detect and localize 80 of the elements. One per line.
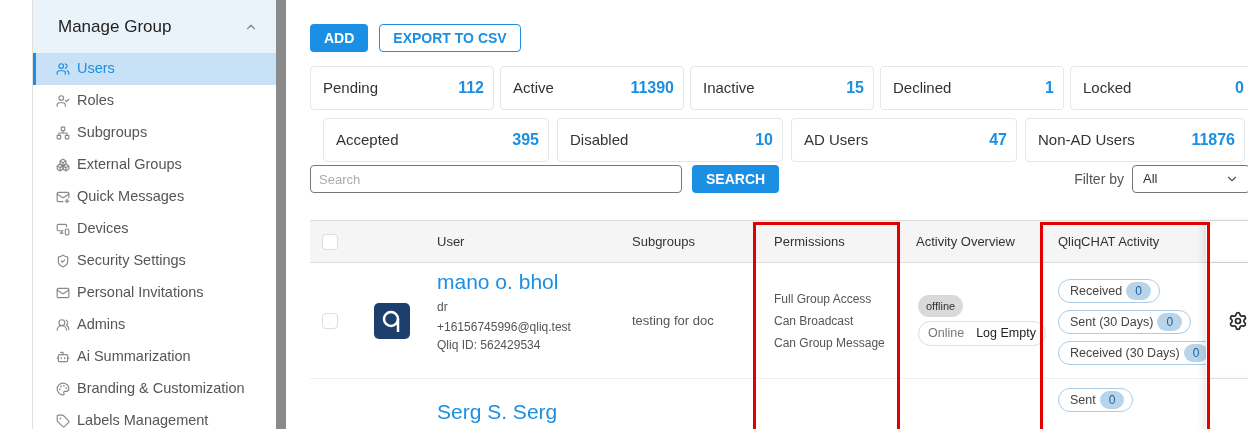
- stat-card[interactable]: Pending 112: [310, 66, 494, 110]
- stat-count: 395: [512, 130, 539, 150]
- user-email: +16156745996@qliq.test: [437, 319, 572, 336]
- filter-label: Filter by: [1074, 169, 1124, 189]
- activity-count: 0: [1183, 344, 1206, 362]
- mail-plus-icon: [56, 190, 70, 204]
- column-header: Subgroups: [632, 232, 696, 251]
- status-badge: offline: [918, 294, 964, 318]
- stat-count: 112: [458, 78, 484, 98]
- users-icon: [56, 62, 70, 76]
- stat-count: 10: [755, 130, 773, 150]
- sidebar-item[interactable]: Admins: [33, 309, 276, 341]
- activity-count: 0: [1099, 391, 1125, 409]
- stat-label: Active: [513, 77, 554, 98]
- sidebar-section-header[interactable]: Manage Group: [33, 0, 276, 53]
- stat-card[interactable]: Accepted 395: [323, 118, 549, 162]
- log-text: Log Empty: [976, 325, 1036, 343]
- sidebar-item[interactable]: Devices: [33, 213, 276, 245]
- user-check-icon: [56, 94, 70, 108]
- presence-text: Online: [928, 325, 965, 343]
- stat-count: 47: [989, 130, 1007, 150]
- tag-icon: [56, 414, 70, 428]
- sidebar-item[interactable]: Roles: [33, 85, 276, 117]
- palette-icon: [56, 382, 70, 396]
- mail-icon: [56, 286, 70, 300]
- column-header: QliqCHAT Activity: [1058, 232, 1161, 251]
- sidebar-item[interactable]: External Groups: [33, 149, 276, 181]
- stat-card[interactable]: Locked 0: [1070, 66, 1248, 110]
- sidebar-item[interactable]: Branding & Customization: [33, 373, 276, 405]
- stat-label: Accepted: [336, 129, 399, 150]
- sidebar-item[interactable]: Quick Messages: [33, 181, 276, 213]
- section-title: Manage Group: [58, 15, 172, 38]
- column-header: Activity Overview: [916, 232, 1016, 251]
- avatar-logo: [374, 302, 410, 339]
- sidebar-item[interactable]: Security Settings: [33, 245, 276, 277]
- stat-card[interactable]: AD Users 47: [791, 118, 1017, 162]
- stat-count: 11876: [1191, 130, 1235, 150]
- subgroup-text: testing for doc: [632, 311, 714, 330]
- stat-card[interactable]: Active 11390: [500, 66, 684, 110]
- sidebar-item[interactable]: Subgroups: [33, 117, 276, 149]
- filter-select[interactable]: All: [1132, 165, 1248, 193]
- stat-label: AD Users: [804, 129, 869, 150]
- devices-icon: [56, 222, 70, 236]
- stat-label: Locked: [1083, 77, 1132, 98]
- sidebar-item[interactable]: Ai Summarization: [33, 341, 276, 373]
- user-title: dr: [437, 299, 449, 316]
- stat-card[interactable]: Disabled 10: [557, 118, 783, 162]
- robot-icon: [56, 350, 70, 364]
- activity-count: 0: [1157, 313, 1183, 331]
- boxes-icon: [56, 158, 70, 172]
- search-field[interactable]: Search: [310, 165, 682, 193]
- stat-count: 1: [1045, 78, 1054, 98]
- stat-card[interactable]: Declined 1: [880, 66, 1064, 110]
- stat-count: 11390: [630, 78, 674, 98]
- stat-card[interactable]: Non-AD Users 11876: [1025, 118, 1245, 162]
- stat-count: 15: [846, 78, 864, 98]
- stat-label: Disabled: [570, 129, 629, 150]
- hierarchy-icon: [56, 126, 70, 140]
- stat-count: 0: [1235, 78, 1244, 98]
- sidebar-item[interactable]: Labels Management: [33, 405, 276, 429]
- people-icon: [56, 318, 70, 332]
- row-checkbox[interactable]: [322, 312, 338, 329]
- user-name-link[interactable]: Serg S. Serg: [437, 397, 632, 427]
- stat-card[interactable]: Inactive 15: [690, 66, 874, 110]
- stat-label: Declined: [893, 77, 952, 98]
- stat-label: Pending: [323, 77, 379, 98]
- qliq-id: Qliq ID: 562429534: [437, 337, 542, 353]
- permission-text: Can Broadcast: [774, 312, 855, 330]
- settings-icon[interactable]: [1228, 310, 1248, 331]
- shield-check-icon: [56, 254, 70, 268]
- permission-text: Can Group Message: [774, 334, 886, 352]
- stat-label: Inactive: [703, 77, 755, 98]
- select-all-checkbox[interactable]: [322, 233, 338, 250]
- activity-count: 0: [1126, 282, 1151, 300]
- column-header: User: [437, 232, 466, 251]
- sidebar-item[interactable]: Personal Invitations: [33, 277, 276, 309]
- permission-text: Full Group Access: [774, 290, 873, 308]
- stat-label: Non-AD Users: [1038, 129, 1135, 150]
- scrollbar[interactable]: [276, 0, 286, 429]
- column-header: Permissions: [774, 232, 846, 251]
